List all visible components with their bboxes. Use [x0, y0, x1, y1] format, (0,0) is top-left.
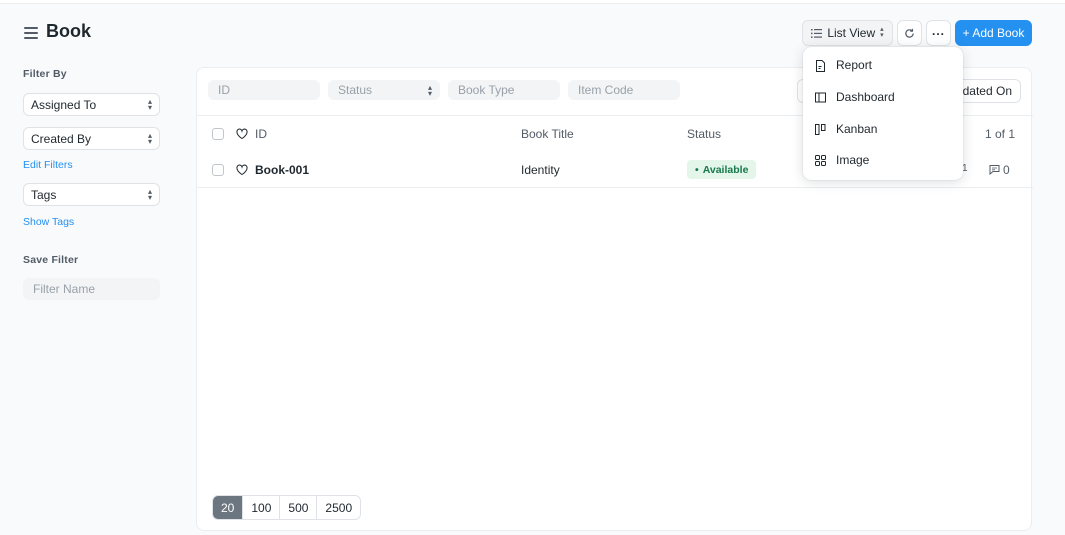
heart-icon[interactable]	[236, 128, 248, 140]
menu-item-report[interactable]: Report	[803, 51, 963, 79]
more-dots-icon: ...	[931, 24, 945, 38]
status-filter-label: Status	[338, 83, 373, 97]
save-filter-label: Save Filter	[23, 254, 79, 266]
page-size-100-button[interactable]: 100	[243, 496, 281, 519]
assigned-to-label: Assigned To	[31, 97, 97, 112]
book-type-filter-input[interactable]: Book Type	[448, 80, 560, 100]
top-border	[0, 0, 1065, 4]
updown-chevron-icon: ▴ ▾	[147, 187, 152, 202]
filter-by-label: Filter By	[23, 68, 67, 80]
show-tags-link[interactable]: Show Tags	[23, 216, 74, 228]
edit-filters-link[interactable]: Edit Filters	[23, 159, 73, 171]
menu-item-dashboard[interactable]: Dashboard	[803, 83, 963, 111]
menu-item-kanban[interactable]: Kanban	[803, 115, 963, 143]
list-view-button[interactable]: List View ▴ ▾	[802, 20, 893, 46]
page-size-2500-button[interactable]: 2500	[317, 496, 360, 519]
page-size-20-button[interactable]: 20	[213, 496, 244, 519]
page-length-selector: 20 100 500 2500	[212, 495, 362, 520]
status-badge-label: Available	[702, 163, 749, 176]
refresh-button[interactable]	[897, 20, 922, 46]
menu-item-report-label: Report	[836, 58, 873, 72]
row-book-title: Identity	[521, 163, 560, 177]
row-comment-count: 0	[1003, 163, 1010, 177]
tags-label: Tags	[31, 187, 57, 202]
list-count: 1 of 1	[985, 127, 1016, 141]
menu-item-kanban-label: Kanban	[836, 122, 878, 136]
add-book-button[interactable]: + Add Book	[955, 20, 1032, 46]
updown-chevron-icon: ▴ ▾	[147, 97, 152, 112]
status-badge: • Available	[687, 160, 757, 179]
page-title: Book	[46, 21, 91, 41]
created-by-label: Created By	[31, 131, 92, 146]
created-by-select[interactable]: Created By ▴ ▾	[23, 127, 160, 150]
row-checkbox[interactable]	[212, 164, 224, 176]
column-book-title: Book Title	[521, 127, 574, 141]
column-status: Status	[687, 127, 722, 141]
filter-name-input[interactable]: Filter Name	[23, 278, 160, 300]
comment-icon	[989, 165, 1000, 175]
more-actions-button[interactable]: ...	[926, 20, 951, 46]
id-filter-input[interactable]: ID	[208, 80, 320, 100]
dashboard-icon	[815, 92, 826, 103]
list-icon	[811, 28, 823, 38]
menu-item-image[interactable]: Image	[803, 146, 963, 174]
image-grid-icon	[815, 155, 826, 166]
updown-chevron-icon: ▴ ▾	[880, 26, 884, 39]
item-code-filter-input[interactable]: Item Code	[568, 80, 680, 100]
menu-item-image-label: Image	[836, 153, 870, 167]
report-icon	[816, 60, 825, 72]
heart-icon[interactable]	[236, 164, 248, 176]
page-size-500-button[interactable]: 500	[280, 496, 318, 519]
kanban-icon	[815, 124, 826, 135]
view-switcher-dropdown: Report Dashboard Kanban Image	[803, 47, 963, 180]
hamburger-menu-icon[interactable]	[24, 27, 38, 39]
refresh-icon	[905, 28, 914, 38]
updown-chevron-icon: ▴ ▾	[147, 131, 152, 146]
assigned-to-select[interactable]: Assigned To ▴ ▾	[23, 93, 160, 116]
column-id: ID	[255, 127, 267, 141]
status-dot-icon: •	[695, 163, 699, 176]
tags-select[interactable]: Tags ▴ ▾	[23, 183, 160, 206]
status-filter-select[interactable]: Status ▴ ▾	[328, 80, 440, 100]
list-view-label: List View	[827, 26, 876, 40]
menu-item-dashboard-label: Dashboard	[836, 90, 895, 104]
select-all-checkbox[interactable]	[212, 128, 224, 140]
sort-label: odated On	[955, 84, 1012, 98]
row-id-link[interactable]: Book-001	[255, 163, 309, 177]
updown-chevron-icon: ▴ ▾	[427, 83, 432, 98]
